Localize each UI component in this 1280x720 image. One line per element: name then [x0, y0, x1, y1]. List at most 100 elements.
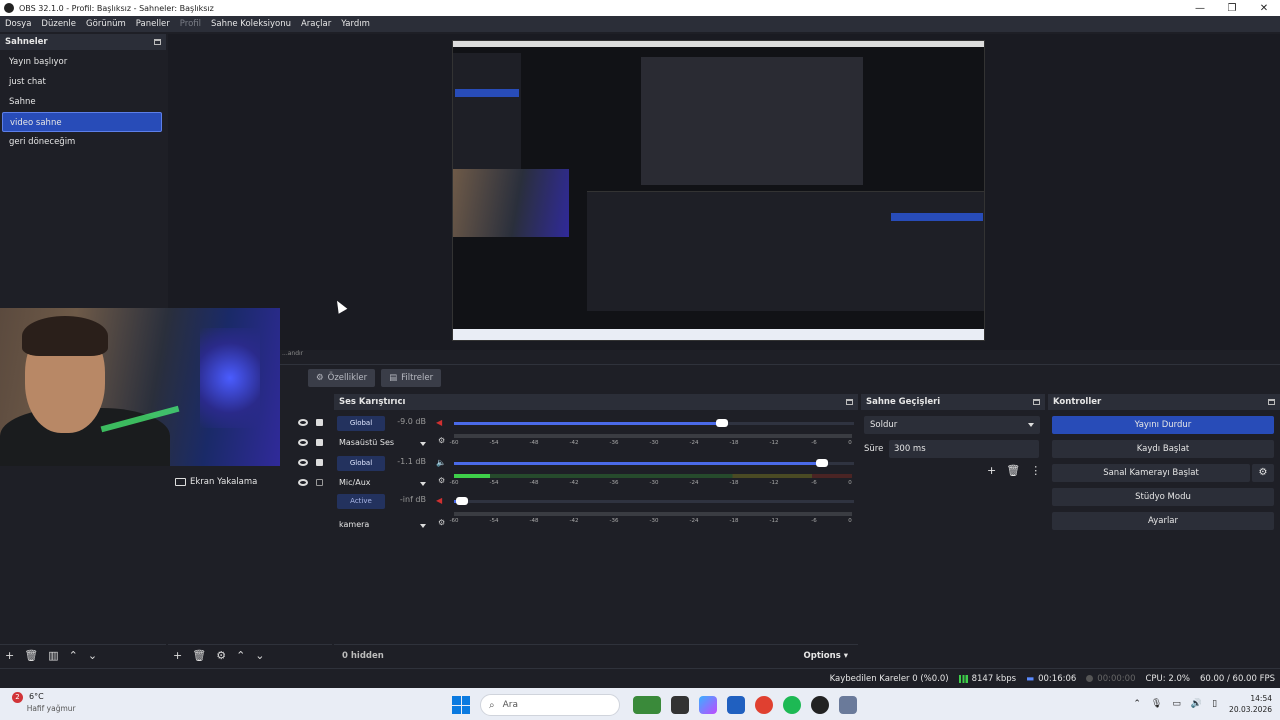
- app-icon[interactable]: [633, 696, 661, 714]
- record-icon: [1086, 675, 1094, 682]
- close-button[interactable]: ✕: [1248, 3, 1280, 14]
- menu-view[interactable]: Görünüm: [86, 19, 126, 29]
- volume-icon[interactable]: 🔊: [1191, 699, 1202, 709]
- weather-text: Hafif yağmur: [26, 704, 76, 713]
- source-down-button[interactable]: ⌄: [255, 649, 264, 662]
- undock-icon[interactable]: [154, 39, 161, 45]
- source-settings-button[interactable]: ⚙: [216, 649, 226, 662]
- add-scene-button[interactable]: +: [5, 649, 14, 662]
- task-view-icon[interactable]: [671, 696, 689, 714]
- eye-icon[interactable]: [298, 478, 308, 486]
- chevron-up-icon[interactable]: ⌃: [1133, 699, 1141, 709]
- volume-knob[interactable]: [816, 459, 828, 467]
- transition-select[interactable]: Soldur: [864, 416, 1040, 434]
- menu-profile[interactable]: Profil: [180, 19, 201, 29]
- muted-speaker-icon[interactable]: ◀: [436, 496, 442, 505]
- chevron-down-icon[interactable]: [420, 482, 426, 486]
- menu-scene-collection[interactable]: Sahne Koleksiyonu: [211, 19, 291, 29]
- menu-tools[interactable]: Araçlar: [301, 19, 331, 29]
- taskbar-search[interactable]: ⌕ Ara: [480, 694, 620, 716]
- minimize-button[interactable]: —: [1184, 3, 1216, 14]
- source-up-button[interactable]: ⌃: [236, 649, 245, 662]
- volume-slider[interactable]: [454, 497, 854, 505]
- scene-item[interactable]: Yayın başlıyor: [2, 52, 162, 72]
- dropped-frames: Kaybedilen Kareler 0 (%0.0): [829, 673, 949, 684]
- speaker-icon[interactable]: 🔈: [436, 458, 446, 467]
- lock-icon[interactable]: [316, 458, 323, 466]
- controls-title: Kontroller: [1053, 397, 1102, 407]
- scene-item[interactable]: just chat: [2, 72, 162, 92]
- start-recording-button[interactable]: Kaydı Başlat: [1052, 440, 1274, 458]
- options-label: Options: [803, 650, 841, 661]
- eye-icon[interactable]: [298, 418, 308, 426]
- scene-item[interactable]: Sahne: [2, 92, 162, 112]
- menu-file[interactable]: Dosya: [5, 19, 31, 29]
- remove-scene-button[interactable]: 🗑: [24, 649, 38, 662]
- chrome-icon[interactable]: [755, 696, 773, 714]
- add-transition-button[interactable]: +: [987, 464, 996, 477]
- volume-knob[interactable]: [716, 419, 728, 427]
- scene-item[interactable]: geri döneceğim: [2, 132, 162, 152]
- chevron-down-icon[interactable]: [420, 442, 426, 446]
- unlock-icon[interactable]: [316, 478, 323, 486]
- network-icon[interactable]: ▭: [1172, 699, 1181, 709]
- copilot-icon[interactable]: [699, 696, 717, 714]
- undock-icon[interactable]: [1033, 399, 1040, 405]
- remove-transition-button[interactable]: 🗑: [1006, 464, 1020, 477]
- volume-slider[interactable]: [454, 419, 854, 427]
- options-button[interactable]: Options ▾: [804, 651, 848, 661]
- sources-toolbar: + 🗑 ⚙ ⌃ ⌄: [168, 644, 332, 666]
- undock-icon[interactable]: [846, 399, 853, 405]
- tick-label: -30: [649, 518, 659, 524]
- channel-settings-icon[interactable]: ⚙: [438, 518, 445, 527]
- store-icon[interactable]: [727, 696, 745, 714]
- remove-source-button[interactable]: 🗑: [192, 649, 206, 662]
- volume-knob[interactable]: [456, 497, 468, 505]
- properties-button[interactable]: ⚙ Özellikler: [308, 368, 376, 387]
- volume-slider[interactable]: [454, 459, 854, 467]
- move-down-button[interactable]: ⌄: [88, 649, 97, 662]
- undock-icon[interactable]: [1268, 399, 1275, 405]
- weather-widget[interactable]: 2 6°C Hafif yağmur: [12, 692, 76, 713]
- channel-settings-icon[interactable]: ⚙: [438, 476, 445, 485]
- properties-label: Özellikler: [327, 372, 368, 383]
- stop-stream-button[interactable]: Yayını Durdur: [1052, 416, 1274, 434]
- spotify-icon[interactable]: [783, 696, 801, 714]
- studio-mode-button[interactable]: Stüdyo Modu: [1052, 488, 1274, 506]
- duration-input[interactable]: 300 ms: [889, 440, 1039, 458]
- scene-item-selected[interactable]: video sahne: [2, 112, 162, 132]
- start-icon[interactable]: [452, 696, 470, 714]
- level-meter: [454, 512, 852, 516]
- chevron-down-icon[interactable]: [420, 524, 426, 528]
- clock[interactable]: 14:54 20.03.2026: [1229, 693, 1272, 715]
- eye-icon[interactable]: [298, 438, 308, 446]
- settings-app-icon[interactable]: [839, 696, 857, 714]
- settings-button[interactable]: Ayarlar: [1052, 512, 1274, 530]
- source-row[interactable]: Ekran Yakalama: [168, 472, 332, 492]
- scene-filters-button[interactable]: ▥: [48, 649, 58, 662]
- menu-edit[interactable]: Düzenle: [41, 19, 76, 29]
- start-virtual-camera-button[interactable]: Sanal Kamerayı Başlat: [1052, 464, 1250, 482]
- transition-menu-button[interactable]: ⋮: [1030, 464, 1041, 477]
- channel-mode-chip[interactable]: Active: [337, 494, 385, 509]
- obs-icon[interactable]: [811, 696, 829, 714]
- maximize-button[interactable]: ❐: [1216, 3, 1248, 14]
- channel-mode-chip[interactable]: Global: [337, 456, 385, 471]
- move-up-button[interactable]: ⌃: [69, 649, 78, 662]
- virtual-camera-settings-icon[interactable]: ⚙: [1252, 464, 1274, 482]
- lock-icon[interactable]: [316, 438, 323, 446]
- menu-docks[interactable]: Paneller: [136, 19, 170, 29]
- eye-icon[interactable]: [298, 458, 308, 466]
- lock-icon[interactable]: [316, 418, 323, 426]
- menu-help[interactable]: Yardım: [341, 19, 370, 29]
- tick-label: -36: [609, 480, 619, 486]
- tick-label: -48: [529, 440, 539, 446]
- tick-label: -48: [529, 480, 539, 486]
- battery-icon[interactable]: ▯: [1212, 699, 1217, 709]
- add-source-button[interactable]: +: [173, 649, 182, 662]
- microphone-icon[interactable]: 🎙: [1151, 699, 1162, 709]
- filters-button[interactable]: ▤ Filtreler: [381, 368, 442, 387]
- channel-mode-chip[interactable]: Global: [337, 416, 385, 431]
- muted-speaker-icon[interactable]: ◀: [436, 418, 442, 427]
- channel-settings-icon[interactable]: ⚙: [438, 436, 445, 445]
